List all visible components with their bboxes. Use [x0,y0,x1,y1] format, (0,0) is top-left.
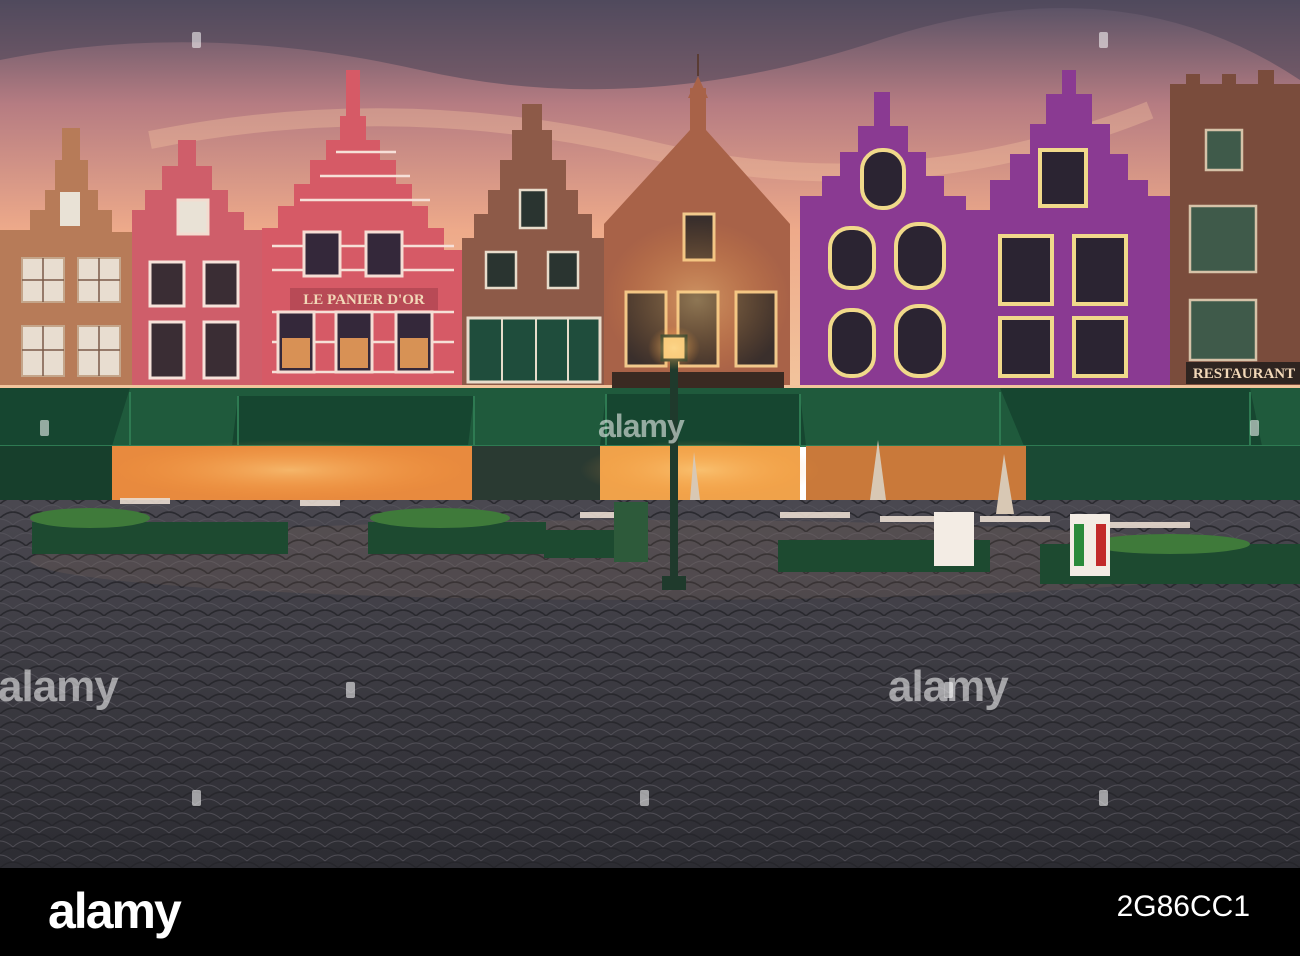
stock-photo-frame: LE PANIER D'OR RESTAURANT alamy alamy al… [0,0,1300,956]
house-right-brick: RESTAURANT [1170,70,1300,385]
sign-le-panier-dor: LE PANIER D'OR [303,292,425,308]
watermark-left: alamy [0,662,119,711]
image-id: 2G86CC1 [1116,890,1250,923]
footer-bar: alamy 2G86CC1 [0,868,1300,956]
watermark-center: alamy [598,408,685,444]
sign-restaurant: RESTAURANT [1193,366,1295,382]
brand-logo: alamy [48,883,182,939]
